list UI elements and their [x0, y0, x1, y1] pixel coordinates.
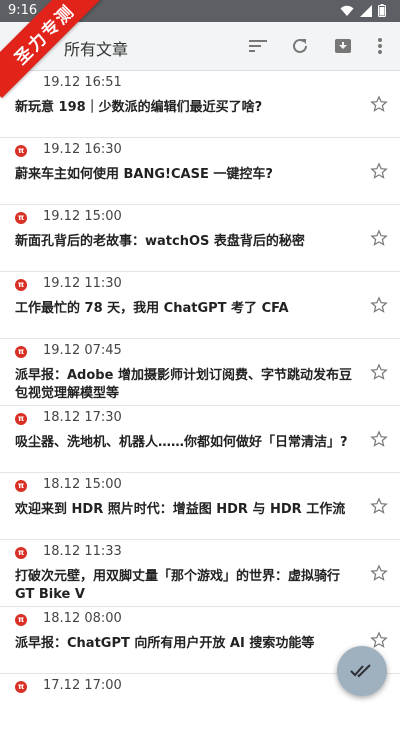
article-title: 新玩意 198｜少数派的编辑们最近买了啥?: [15, 100, 263, 115]
source-badge-icon: π: [15, 346, 27, 358]
article-title: 工作最忙的 78 天，我用 ChatGPT 考了 CFA: [15, 301, 289, 316]
source-badge-icon: π: [15, 547, 27, 559]
article-date: 18.12 17:30: [43, 410, 122, 425]
article-list: π 19.12 16:51 新玩意 198｜少数派的编辑们最近买了啥? π 19…: [0, 71, 400, 741]
mark-all-read-button[interactable]: [337, 646, 387, 696]
source-badge-icon: π: [15, 681, 27, 693]
source-badge-icon: π: [15, 480, 27, 492]
article-item[interactable]: π 19.12 16:51 新玩意 198｜少数派的编辑们最近买了啥?: [0, 71, 400, 138]
page-title: 所有文章: [64, 40, 129, 59]
star-icon[interactable]: [370, 229, 388, 247]
star-icon[interactable]: [370, 95, 388, 113]
star-icon[interactable]: [370, 363, 388, 381]
article-title: 吸尘器、洗地机、机器人……你都如何做好「日常清洁」?: [15, 435, 348, 450]
article-date: 18.12 15:00: [43, 477, 122, 492]
refresh-button[interactable]: [288, 34, 312, 58]
article-title: 派早报：ChatGPT 向所有用户开放 AI 搜索功能等: [15, 636, 315, 651]
article-date: 18.12 11:33: [43, 544, 122, 559]
archive-icon: [335, 39, 351, 53]
article-date: 19.12 16:51: [43, 75, 122, 90]
wifi-icon: [340, 5, 354, 16]
archive-button[interactable]: [331, 34, 355, 58]
article-item[interactable]: π 19.12 15:00 新面孔背后的老故事：watchOS 表盘背后的秘密: [0, 205, 400, 272]
battery-icon: [378, 4, 386, 17]
refresh-icon: [293, 38, 307, 53]
source-badge-icon: π: [15, 212, 27, 224]
article-item[interactable]: π 18.12 17:30 吸尘器、洗地机、机器人……你都如何做好「日常清洁」?: [0, 406, 400, 473]
more-options-button[interactable]: [368, 34, 392, 58]
more-vert-icon: [378, 38, 382, 54]
source-badge-icon: π: [15, 145, 27, 157]
article-title: 蔚来车主如何使用 BANG!CASE 一键控车?: [15, 167, 273, 182]
article-title: 欢迎来到 HDR 照片时代：增益图 HDR 与 HDR 工作流: [15, 502, 346, 517]
star-icon[interactable]: [370, 162, 388, 180]
sort-button[interactable]: [246, 34, 270, 58]
article-date: 19.12 16:30: [43, 142, 122, 157]
star-icon[interactable]: [370, 497, 388, 515]
article-title: 打破次元壁，用双脚丈量「那个游戏」的世界：虚拟骑行 GT Bike V: [15, 569, 341, 602]
source-badge-icon: π: [15, 279, 27, 291]
article-date: 19.12 07:45: [43, 343, 122, 358]
article-item[interactable]: π 19.12 07:45 派早报：Adobe 增加摄影师计划订阅费、字节跳动发…: [0, 339, 400, 406]
source-badge-icon: π: [15, 413, 27, 425]
article-date: 17.12 17:00: [43, 678, 122, 693]
article-item[interactable]: π 18.12 11:33 打破次元壁，用双脚丈量「那个游戏」的世界：虚拟骑行 …: [0, 540, 400, 607]
article-date: 19.12 11:30: [43, 276, 122, 291]
status-time: 9:16: [8, 3, 38, 18]
star-icon[interactable]: [370, 296, 388, 314]
sort-icon: [249, 40, 267, 52]
star-icon[interactable]: [370, 631, 388, 649]
article-date: 18.12 08:00: [43, 611, 122, 626]
star-icon[interactable]: [370, 430, 388, 448]
article-item[interactable]: π 19.12 16:30 蔚来车主如何使用 BANG!CASE 一键控车?: [0, 138, 400, 205]
article-title: 派早报：Adobe 增加摄影师计划订阅费、字节跳动发布豆包视觉理解模型等: [15, 368, 352, 401]
double-check-icon: [350, 664, 371, 678]
status-icons: [340, 4, 386, 17]
signal-icon: [360, 4, 372, 17]
article-date: 19.12 15:00: [43, 209, 122, 224]
article-item[interactable]: π 19.12 11:30 工作最忙的 78 天，我用 ChatGPT 考了 C…: [0, 272, 400, 339]
article-item[interactable]: π 18.12 15:00 欢迎来到 HDR 照片时代：增益图 HDR 与 HD…: [0, 473, 400, 540]
source-badge-icon: π: [15, 614, 27, 626]
article-title: 新面孔背后的老故事：watchOS 表盘背后的秘密: [15, 234, 305, 249]
star-icon[interactable]: [370, 564, 388, 582]
